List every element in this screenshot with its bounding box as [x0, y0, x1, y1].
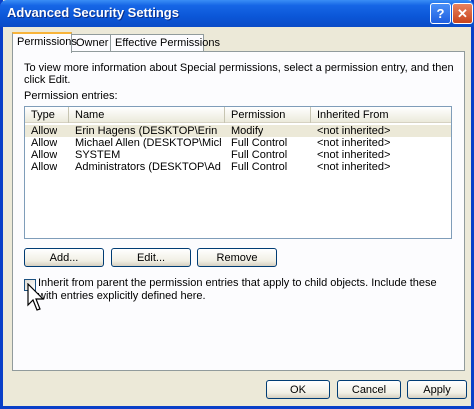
add-button[interactable]: Add...	[24, 248, 104, 267]
row-name: Michael Allen (DESKTOP\Mich...	[75, 137, 221, 149]
title-bar[interactable]: Advanced Security Settings ? ✕	[0, 0, 474, 27]
row-type: Allow	[31, 125, 58, 137]
row-inherited-from: <not inherited>	[317, 125, 391, 137]
list-header: Type Name Permission Inherited From	[25, 107, 451, 123]
row-type: Allow	[31, 149, 58, 161]
row-type: Allow	[31, 137, 58, 149]
tab-permissions[interactable]: Permissions	[12, 32, 77, 53]
row-inherited-from: <not inherited>	[317, 137, 391, 149]
table-row[interactable]: Allow SYSTEM Full Control <not inherited…	[25, 149, 451, 161]
row-permission: Full Control	[231, 161, 288, 173]
table-row[interactable]: Allow Administrators (DESKTOP\Admi... Fu…	[25, 161, 451, 173]
mouse-pointer-icon	[27, 283, 45, 311]
row-inherited-from: <not inherited>	[317, 149, 391, 161]
permission-entries-list[interactable]: Type Name Permission Inherited From Allo…	[24, 106, 452, 239]
ok-button[interactable]: OK	[266, 380, 330, 399]
info-text: To view more information about Special p…	[24, 62, 454, 86]
apply-button[interactable]: Apply	[407, 380, 467, 399]
row-permission: Full Control	[231, 137, 288, 149]
row-permission: Full Control	[231, 149, 288, 161]
close-icon: ✕	[457, 5, 468, 21]
row-name: SYSTEM	[75, 149, 121, 161]
row-type: Allow	[31, 161, 58, 173]
column-header-permission[interactable]: Permission	[225, 107, 311, 123]
tab-effective-permissions[interactable]: Effective Permissions	[110, 34, 220, 51]
table-row[interactable]: Allow Erin Hagens (DESKTOP\Erin H... Mod…	[25, 125, 451, 137]
table-row[interactable]: Allow Michael Allen (DESKTOP\Mich... Ful…	[25, 137, 451, 149]
row-inherited-from: <not inherited>	[317, 161, 391, 173]
column-header-type[interactable]: Type	[25, 107, 69, 123]
remove-button[interactable]: Remove	[197, 248, 277, 267]
close-button[interactable]: ✕	[452, 3, 473, 24]
row-permission: Modify	[231, 125, 264, 137]
advanced-security-settings-window: Advanced Security Settings ? ✕ Permissio…	[0, 0, 474, 409]
column-header-inherited-from[interactable]: Inherited From	[311, 107, 451, 123]
row-name: Erin Hagens (DESKTOP\Erin H...	[75, 125, 221, 137]
permissions-panel: To view more information about Special p…	[12, 51, 465, 371]
row-name: Administrators (DESKTOP\Admi...	[75, 161, 221, 173]
edit-button[interactable]: Edit...	[111, 248, 191, 267]
help-button[interactable]: ?	[430, 3, 451, 24]
cancel-button[interactable]: Cancel	[337, 380, 401, 399]
column-header-name[interactable]: Name	[69, 107, 225, 123]
permission-entries-label: Permission entries:	[24, 90, 118, 102]
inherit-label[interactable]: Inherit from parent the permission entri…	[38, 277, 458, 303]
tab-owner[interactable]: Owner	[71, 34, 111, 51]
help-icon: ?	[436, 6, 445, 21]
window-title: Advanced Security Settings	[7, 5, 179, 20]
